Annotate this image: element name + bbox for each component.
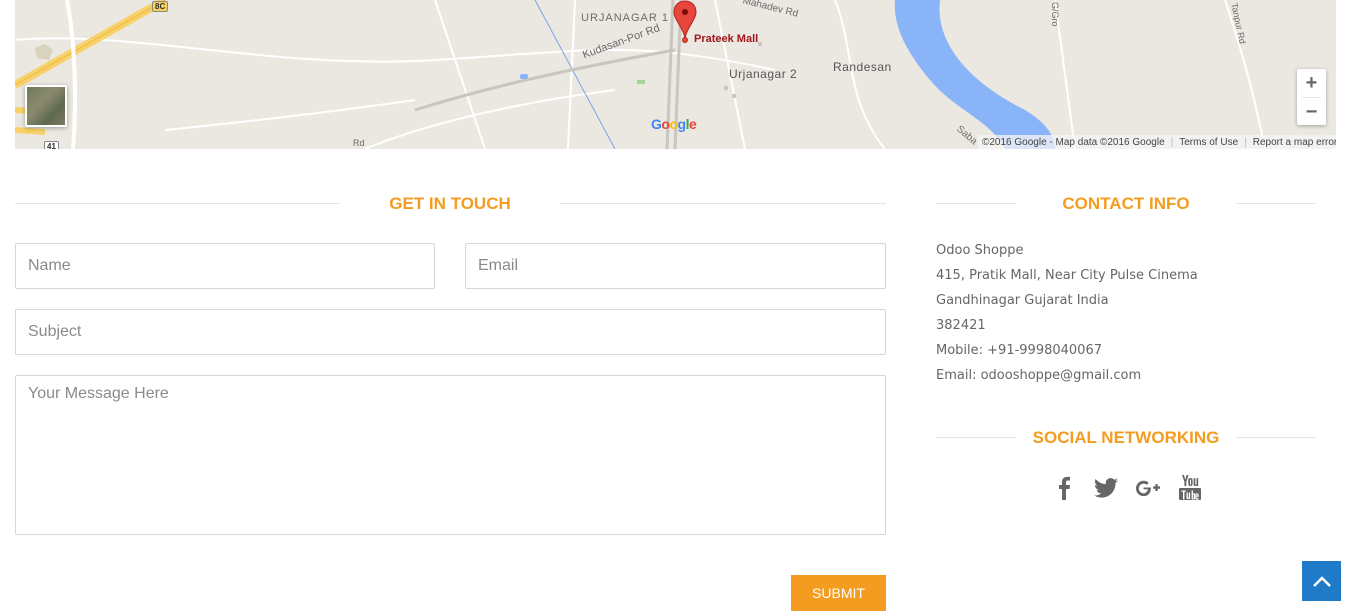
terms-of-use-link[interactable]: Terms of Use xyxy=(1179,137,1238,148)
social-icons xyxy=(1052,474,1202,502)
satellite-view-toggle[interactable] xyxy=(25,85,67,127)
route-shield-41: 41 xyxy=(44,141,59,149)
subject-input[interactable] xyxy=(15,309,886,355)
map-label-urjanagar-2: Urjanagar 2 xyxy=(729,67,798,81)
address-line-1: 415, Pratik Mall, Near City Pulse Cinema xyxy=(936,268,1198,283)
name-input[interactable] xyxy=(15,243,435,289)
contact-rule-left xyxy=(936,203,1016,204)
zoom-out-button[interactable]: − xyxy=(1297,98,1326,126)
social-rule-left xyxy=(936,437,1016,438)
email-address: Email: odooshoppe@gmail.com xyxy=(936,368,1142,383)
heading-rule-right xyxy=(560,203,886,204)
twitter-icon[interactable] xyxy=(1094,474,1118,502)
social-rule-right xyxy=(1236,437,1316,438)
get-in-touch-heading: GET IN TOUCH xyxy=(389,194,511,213)
email-input[interactable] xyxy=(465,243,886,289)
postcode: 382421 xyxy=(936,318,986,333)
address-line-2: Gandhinagar Gujarat India xyxy=(936,293,1109,308)
map-label-gro: G/Gro xyxy=(1050,2,1060,27)
contact-rule-right xyxy=(1236,203,1316,204)
map-zoom-control: + − xyxy=(1297,69,1326,125)
map-data-credit: ©2016 Google - Map data ©2016 Google xyxy=(982,136,1165,148)
contact-info-heading: CONTACT INFO xyxy=(1062,194,1190,213)
contact-info-list: Odoo Shoppe 415, Pratik Mall, Near City … xyxy=(936,239,1316,389)
company-name: Odoo Shoppe xyxy=(936,243,1024,258)
map-attribution: ©2016 Google - Map data ©2016 Google | T… xyxy=(978,135,1336,149)
report-map-error-link[interactable]: Report a map error xyxy=(1253,137,1336,148)
map-label-prateek-mall[interactable]: Prateek Mall xyxy=(694,33,758,45)
google-map[interactable]: URJANAGAR 1 Mahadev Rd Kudasan-Por Rd Ur… xyxy=(15,0,1336,149)
chevron-up-icon xyxy=(1312,576,1331,587)
zoom-in-button[interactable]: + xyxy=(1297,69,1326,97)
youtube-icon[interactable] xyxy=(1178,474,1202,502)
social-networking-heading: SOCIAL NETWORKING xyxy=(1032,428,1220,447)
heading-rule-left xyxy=(15,203,340,204)
submit-button[interactable]: SUBMIT xyxy=(791,575,886,611)
back-to-top-button[interactable] xyxy=(1302,561,1341,601)
google-logo[interactable]: Google xyxy=(651,116,697,132)
message-textarea[interactable] xyxy=(15,375,886,535)
google-plus-icon[interactable] xyxy=(1136,474,1160,502)
mobile-number: Mobile: +91-9998040067 xyxy=(936,343,1102,358)
route-shield-8c: 8C xyxy=(152,1,169,12)
map-label-rd: Rd xyxy=(353,138,365,148)
map-label-randesan: Randesan xyxy=(833,60,892,74)
facebook-icon[interactable] xyxy=(1052,474,1076,502)
